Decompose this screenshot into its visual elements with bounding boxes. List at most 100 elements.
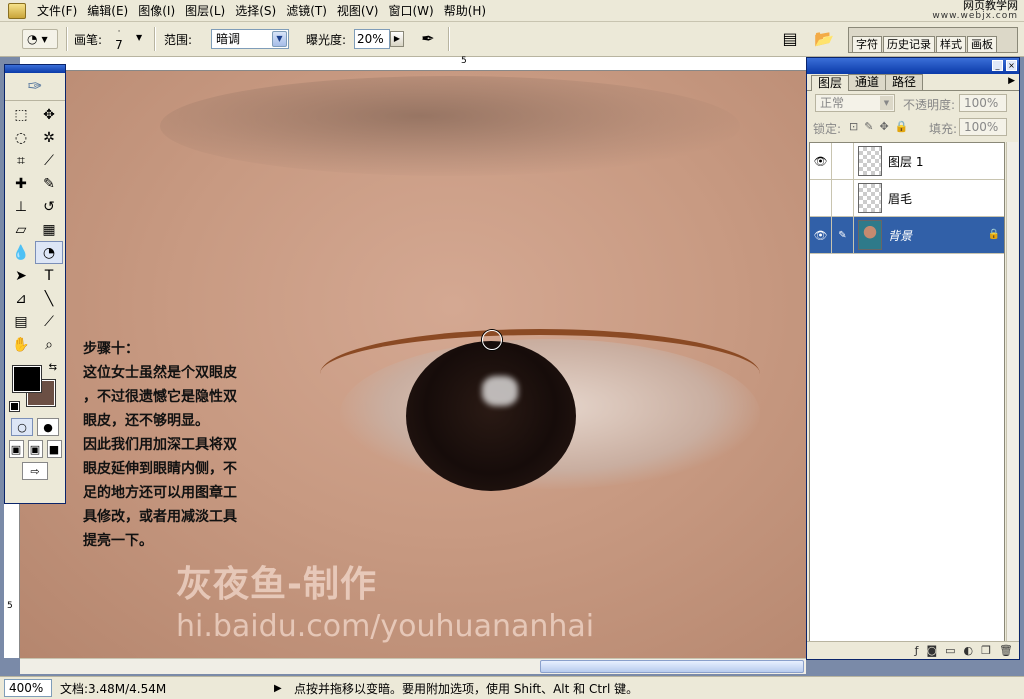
step-line: 提亮一下。 xyxy=(83,533,153,549)
screen-mode-full-icon[interactable]: ■ xyxy=(46,440,62,458)
layer-name[interactable]: 图层 1 xyxy=(886,153,923,170)
screen-mode-full-menu-icon[interactable]: ▣ xyxy=(27,440,43,458)
tab-layers[interactable]: 图层 xyxy=(811,75,850,91)
feather-logo-icon[interactable]: ✑ xyxy=(5,73,65,101)
opacity-input[interactable]: 100% xyxy=(959,94,1007,112)
chevron-down-icon: ▼ xyxy=(272,31,287,47)
menu-filter[interactable]: 滤镜(T) xyxy=(281,0,332,22)
brush-size-picker[interactable]: · 7 xyxy=(108,26,130,52)
lock-icon: 🔒 xyxy=(987,229,1000,240)
palette-tab-brushes[interactable]: 画板 xyxy=(967,36,997,52)
menu-layer[interactable]: 图层(L) xyxy=(180,0,230,22)
delete-layer-icon[interactable]: 🗑 xyxy=(999,644,1013,657)
exposure-input[interactable]: 20% xyxy=(354,29,390,49)
status-menu-icon[interactable]: ▶ xyxy=(274,683,290,694)
swap-colors-icon[interactable]: ⇆ xyxy=(49,362,57,373)
layer-row-eyebrow[interactable]: 眉毛 xyxy=(810,180,1004,217)
lock-label: 锁定: xyxy=(813,122,842,136)
path-selection-tool-icon[interactable]: ➤ xyxy=(7,264,35,287)
ruler-top[interactable]: 5 xyxy=(20,57,806,71)
menu-help[interactable]: 帮助(H) xyxy=(439,0,491,22)
default-colors-icon[interactable] xyxy=(9,401,20,412)
healing-brush-tool-icon[interactable]: ✚ xyxy=(7,172,35,195)
blend-mode-select[interactable]: 正常 ▼ xyxy=(815,94,895,112)
hand-tool-icon[interactable]: ✋ xyxy=(7,333,35,356)
new-group-icon[interactable]: ▭ xyxy=(945,644,955,657)
panel-menu-icon[interactable]: ▶ xyxy=(1008,76,1015,86)
quick-mask-mode-icon[interactable]: ● xyxy=(37,418,59,436)
layer-name[interactable]: 背景 xyxy=(886,227,912,244)
range-select[interactable]: 暗调 ▼ xyxy=(211,29,289,49)
marquee-tool-icon[interactable]: ⬚ xyxy=(7,103,35,126)
adjustment-layer-icon[interactable]: ◐ xyxy=(964,644,974,657)
pen-tool-icon[interactable]: ⊿ xyxy=(7,287,35,310)
document-canvas[interactable]: 步骤十： 这位女士虽然是个双眼皮 ，不过很遗憾它是隐性双 眼皮，还不够明显。 因… xyxy=(20,71,806,658)
menu-view[interactable]: 视图(V) xyxy=(332,0,384,22)
eraser-tool-icon[interactable]: ▱ xyxy=(7,218,35,241)
range-value: 暗调 xyxy=(216,32,241,46)
magic-wand-tool-icon[interactable]: ✲ xyxy=(35,126,63,149)
exposure-slider-button[interactable]: ▶ xyxy=(390,31,404,47)
gradient-tool-icon[interactable]: ▦ xyxy=(35,218,63,241)
menu-file[interactable]: 文件(F) xyxy=(32,0,82,22)
eyedropper-tool-icon[interactable]: ⟋ xyxy=(35,310,63,333)
zoom-tool-icon[interactable]: ⌕ xyxy=(35,333,63,356)
eye-icon[interactable]: 👁 xyxy=(810,217,832,253)
brush-tool-icon[interactable]: ✎ xyxy=(35,172,63,195)
crop-tool-icon[interactable]: ⌗ xyxy=(7,149,35,172)
slice-tool-icon[interactable]: ⟋ xyxy=(35,149,63,172)
zoom-level-input[interactable]: 400% xyxy=(4,679,52,697)
layer-style-icon[interactable]: ƒ xyxy=(915,644,919,657)
toolbox-titlebar[interactable] xyxy=(5,65,65,73)
line-tool-icon[interactable]: ╲ xyxy=(35,287,63,310)
lock-image-icon[interactable]: ✎ xyxy=(864,120,873,133)
palette-tab-history[interactable]: 历史记录 xyxy=(883,36,935,52)
menu-select[interactable]: 选择(S) xyxy=(230,0,281,22)
screen-mode-standard-icon[interactable]: ▣ xyxy=(8,440,24,458)
layer-name[interactable]: 眉毛 xyxy=(886,190,912,207)
blur-tool-icon[interactable]: 💧 xyxy=(7,241,35,264)
minimize-icon[interactable]: _ xyxy=(992,60,1003,71)
link-slot[interactable] xyxy=(832,143,854,179)
menu-edit[interactable]: 编辑(E) xyxy=(82,0,133,22)
layers-scrollbar[interactable] xyxy=(1006,142,1018,642)
horizontal-scrollbar[interactable] xyxy=(20,658,806,674)
lock-all-icon[interactable]: 🔒 xyxy=(895,120,909,133)
move-tool-icon[interactable]: ✥ xyxy=(35,103,63,126)
photoshop-logo-icon xyxy=(8,2,26,19)
scrollbar-thumb[interactable] xyxy=(540,660,804,673)
foreground-color-swatch[interactable] xyxy=(12,365,42,393)
lock-transparency-icon[interactable]: ⊡ xyxy=(849,120,858,133)
layer-row-layer1[interactable]: 👁 图层 1 xyxy=(810,143,1004,180)
clone-stamp-tool-icon[interactable]: ⊥ xyxy=(7,195,35,218)
history-brush-tool-icon[interactable]: ↺ xyxy=(35,195,63,218)
layer-row-background[interactable]: 👁 ✎ 背景 🔒 xyxy=(810,217,1004,254)
link-slot[interactable] xyxy=(832,180,854,216)
file-browser-icon[interactable]: 📂 xyxy=(812,28,836,50)
burn-tool-icon[interactable]: ◔ xyxy=(35,241,63,264)
tab-paths[interactable]: 路径 xyxy=(885,74,924,90)
menu-image[interactable]: 图像(I) xyxy=(133,0,180,22)
type-tool-icon[interactable]: T xyxy=(35,264,63,287)
palette-tab-styles[interactable]: 样式 xyxy=(936,36,966,52)
visibility-slot[interactable] xyxy=(810,180,832,216)
lasso-tool-icon[interactable]: ◌ xyxy=(7,126,35,149)
palette-tab-character[interactable]: 字符 xyxy=(852,36,882,52)
notes-tool-icon[interactable]: ▤ xyxy=(7,310,35,333)
brush-dropdown-arrow-icon[interactable]: ▼ xyxy=(136,33,142,42)
standard-mode-icon[interactable]: ○ xyxy=(11,418,33,436)
palette-options-icon[interactable]: ▤ xyxy=(778,28,802,50)
add-mask-icon[interactable]: ◙ xyxy=(926,644,937,657)
jump-to-imageready-icon[interactable]: ⇨ xyxy=(22,462,48,480)
lock-position-icon[interactable]: ✥ xyxy=(879,120,888,133)
layers-panel-titlebar[interactable]: _ × xyxy=(807,58,1019,74)
status-bar: 400% 文档:3.48M/4.54M ▶ 点按并拖移以变暗。要用附加选项，使用… xyxy=(0,676,1024,699)
tool-preset-picker[interactable]: ◔ ▼ xyxy=(22,29,58,49)
menu-window[interactable]: 窗口(W) xyxy=(383,0,438,22)
tab-channels[interactable]: 通道 xyxy=(848,74,887,90)
airbrush-icon[interactable]: ✒ xyxy=(416,28,440,50)
new-layer-icon[interactable]: ❐ xyxy=(981,644,991,657)
close-icon[interactable]: × xyxy=(1006,60,1017,71)
fill-input[interactable]: 100% xyxy=(959,118,1007,136)
eye-icon[interactable]: 👁 xyxy=(810,143,832,179)
